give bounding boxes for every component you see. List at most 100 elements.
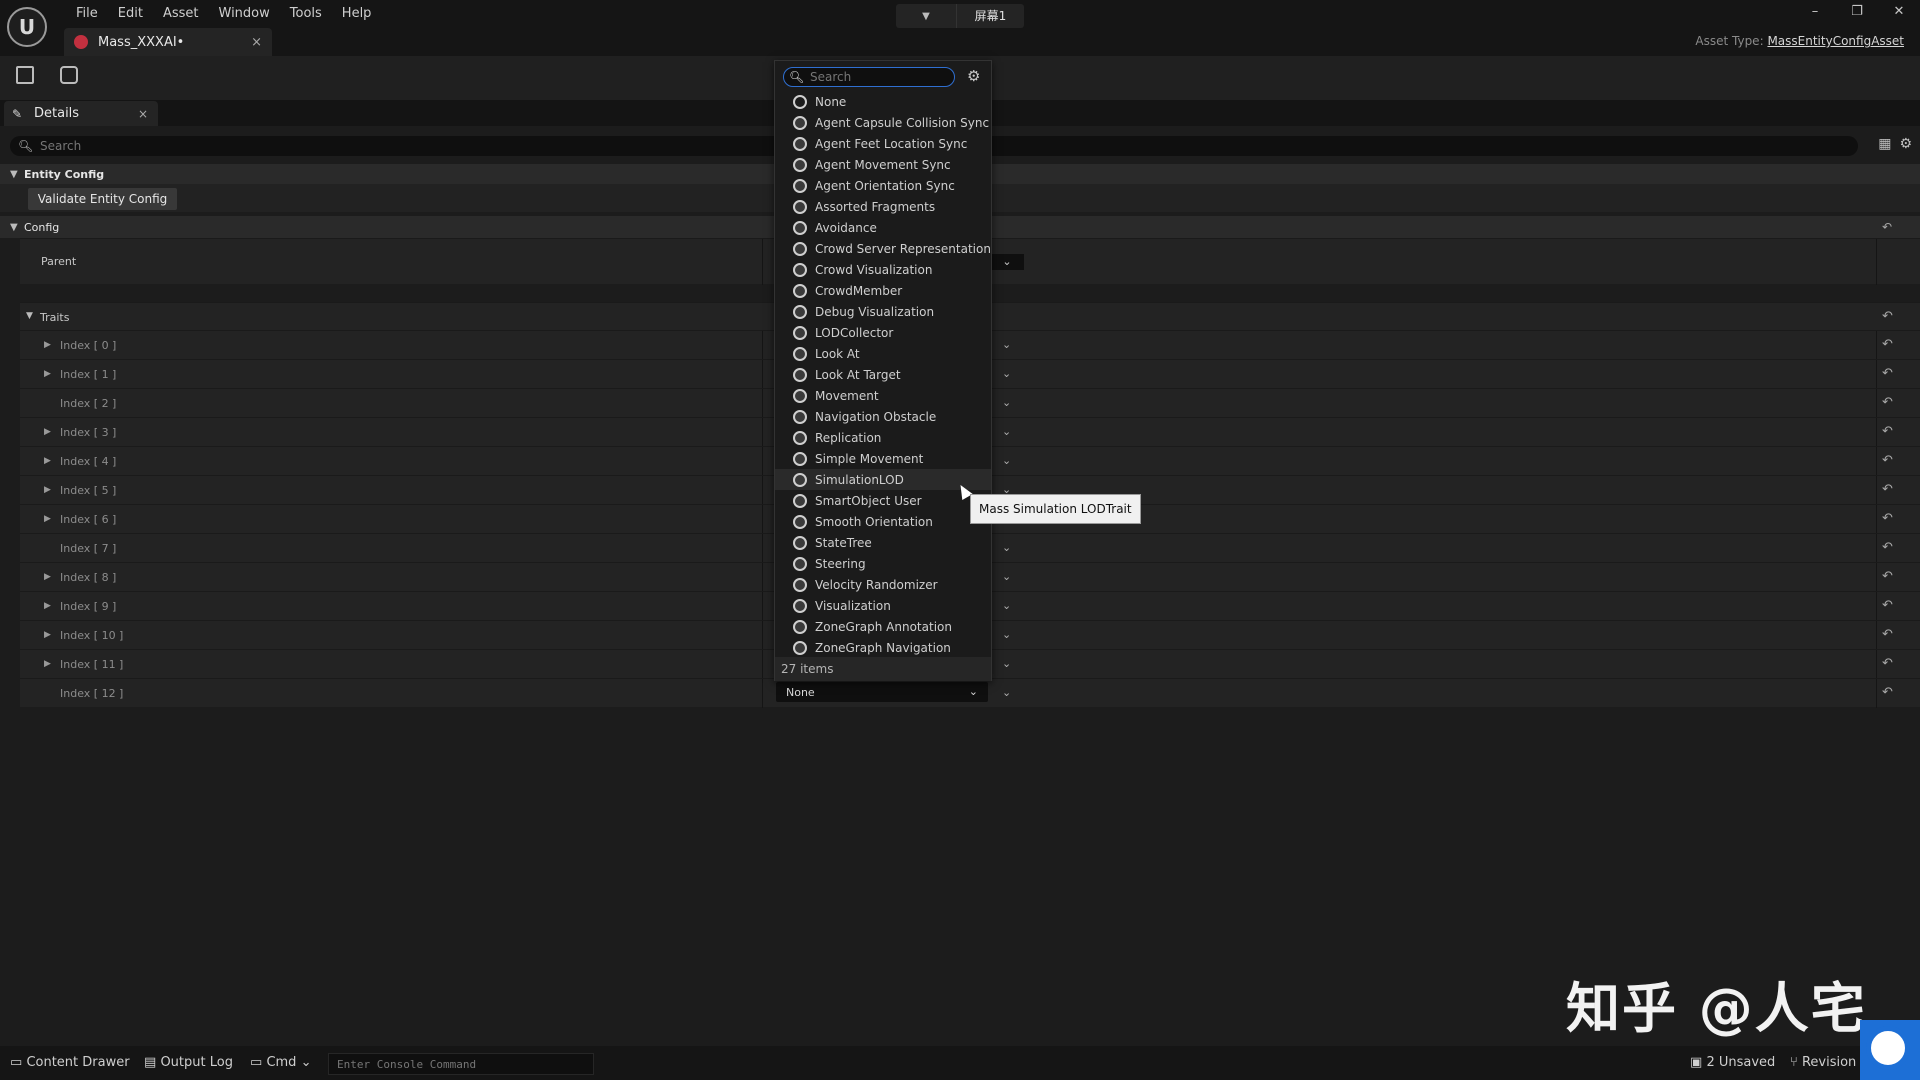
picker-item[interactable]: Navigation Obstacle [775,406,991,427]
picker-item[interactable]: Movement [775,385,991,406]
expand-arrow-icon[interactable]: ▶ [44,659,51,669]
picker-item[interactable]: Smooth Orientation [775,511,991,532]
picker-item[interactable]: Velocity Randomizer [775,574,991,595]
picker-item[interactable]: Visualization [775,595,991,616]
picker-item[interactable]: Look At [775,343,991,364]
picker-search-bar[interactable]: 🔍︎ [783,67,955,87]
trait-class-combo[interactable]: None ⌄ [776,682,988,702]
picker-item[interactable]: Agent Orientation Sync [775,175,991,196]
expand-arrow-icon[interactable]: ▶ [44,456,51,466]
reset-arrow-icon[interactable]: ↶ [1882,511,1893,526]
reset-arrow-icon[interactable]: ↶ [1882,627,1893,642]
picker-search-input[interactable] [810,69,950,85]
reset-arrow-icon[interactable]: ↶ [1882,220,1892,234]
chevron-down-icon[interactable]: ⌄ [1002,599,1011,612]
save-button[interactable] [16,66,38,88]
picker-item[interactable]: CrowdMember [775,280,991,301]
validate-entity-config-button[interactable]: Validate Entity Config [28,188,177,210]
picker-item[interactable]: Assorted Fragments [775,196,991,217]
picker-item[interactable]: Avoidance [775,217,991,238]
expand-arrow-icon[interactable]: ▶ [44,630,51,640]
picker-item-none[interactable]: None [775,91,991,112]
chevron-down-icon[interactable]: ▼ [896,11,956,22]
close-window-icon[interactable]: ✕ [1878,4,1920,19]
gear-icon[interactable]: ⚙ [967,67,980,85]
picker-item[interactable]: Debug Visualization [775,301,991,322]
chevron-down-icon[interactable]: ⌄ [1002,657,1011,670]
picker-item[interactable]: Agent Feet Location Sync [775,133,991,154]
browse-button[interactable] [60,66,82,88]
content-drawer-button[interactable]: ▭ Content Drawer [10,1055,130,1070]
reset-arrow-icon[interactable]: ↶ [1882,685,1893,700]
console-command-input[interactable] [329,1054,593,1074]
picker-item[interactable]: Replication [775,427,991,448]
revision-control-button[interactable]: ⑂ Revision [1790,1055,1856,1070]
reset-arrow-icon[interactable]: ↶ [1882,453,1893,468]
expand-arrow-icon[interactable]: ▶ [44,369,51,379]
reset-arrow-icon[interactable]: ↶ [1882,395,1893,410]
unreal-logo-icon[interactable]: U [7,7,47,47]
picker-item[interactable]: StateTree [775,532,991,553]
collapse-arrow-icon[interactable]: ▼ [10,222,24,233]
reset-arrow-icon[interactable]: ↶ [1882,569,1893,584]
cmd-selector[interactable]: ▭ Cmd ⌄ [250,1055,311,1070]
reset-arrow-icon[interactable]: ↶ [1882,482,1893,497]
chevron-down-icon[interactable]: ⌄ [1002,686,1011,699]
picker-item[interactable]: Agent Movement Sync [775,154,991,175]
reset-arrow-icon[interactable]: ↶ [1882,540,1893,555]
menu-help[interactable]: Help [332,4,382,24]
screen-selector[interactable]: ▼ 屏幕1 [896,4,1024,28]
expand-arrow-icon[interactable]: ▶ [44,572,51,582]
chevron-down-icon[interactable]: ⌄ [301,1055,312,1070]
expand-arrow-icon[interactable]: ▶ [44,427,51,437]
reset-arrow-icon[interactable]: ↶ [1882,366,1893,381]
asset-type-link[interactable]: MassEntityConfigAsset [1767,34,1904,48]
picker-item[interactable]: Simple Movement [775,448,991,469]
collapse-arrow-icon[interactable]: ▼ [10,169,24,180]
picker-item[interactable]: Look At Target [775,364,991,385]
expand-arrow-icon[interactable]: ▶ [44,601,51,611]
minimize-icon[interactable]: – [1794,4,1836,19]
menu-edit[interactable]: Edit [108,4,153,24]
collapse-arrow-icon[interactable]: ▼ [26,311,33,321]
expand-arrow-icon[interactable]: ▶ [44,485,51,495]
chevron-down-icon[interactable]: ⌄ [1002,570,1011,583]
menu-asset[interactable]: Asset [153,4,209,24]
close-tab-icon[interactable]: × [251,35,262,50]
tab-details[interactable]: ✎ Details × [4,101,158,126]
asset-tab[interactable]: Mass_XXXAI• × [64,28,272,56]
grid-view-icon[interactable]: ▦ [1878,136,1891,152]
chevron-down-icon[interactable]: ⌄ [1002,541,1011,554]
reset-arrow-icon[interactable]: ↶ [1882,337,1893,352]
menu-tools[interactable]: Tools [280,4,332,24]
menu-file[interactable]: File [66,4,108,24]
chevron-down-icon[interactable]: ⌄ [1002,628,1011,641]
console-command-field[interactable] [328,1053,594,1075]
picker-item[interactable]: ZoneGraph Navigation [775,637,991,658]
reset-arrow-icon[interactable]: ↶ [1882,309,1893,324]
chevron-down-icon[interactable]: ⌄ [1002,425,1011,438]
menu-window[interactable]: Window [209,4,280,24]
picker-item[interactable]: LODCollector [775,322,991,343]
parent-combo-chevron[interactable]: ⌄ [990,254,1024,270]
chevron-down-icon[interactable]: ⌄ [1002,454,1011,467]
chevron-down-icon[interactable]: ⌄ [969,685,978,698]
picker-item[interactable]: Crowd Server Representation [775,238,991,259]
picker-item[interactable]: Crowd Visualization [775,259,991,280]
picker-item[interactable]: ZoneGraph Annotation [775,616,991,637]
chevron-down-icon[interactable]: ⌄ [1002,396,1011,409]
picker-item[interactable]: Agent Capsule Collision Sync [775,112,991,133]
expand-arrow-icon[interactable]: ▶ [44,514,51,524]
floating-assistant-button[interactable] [1860,1020,1920,1080]
reset-arrow-icon[interactable]: ↶ [1882,598,1893,613]
gear-icon[interactable]: ⚙ [1899,136,1912,152]
unsaved-button[interactable]: ▣ 2 Unsaved [1690,1055,1775,1070]
restore-icon[interactable]: ❐ [1836,4,1878,19]
output-log-button[interactable]: ▤ Output Log [144,1055,233,1070]
reset-arrow-icon[interactable]: ↶ [1882,656,1893,671]
expand-arrow-icon[interactable]: ▶ [44,340,51,350]
details-search-input[interactable] [40,137,740,155]
chevron-down-icon[interactable]: ⌄ [1002,338,1011,351]
chevron-down-icon[interactable]: ⌄ [1002,367,1011,380]
reset-arrow-icon[interactable]: ↶ [1882,424,1893,439]
